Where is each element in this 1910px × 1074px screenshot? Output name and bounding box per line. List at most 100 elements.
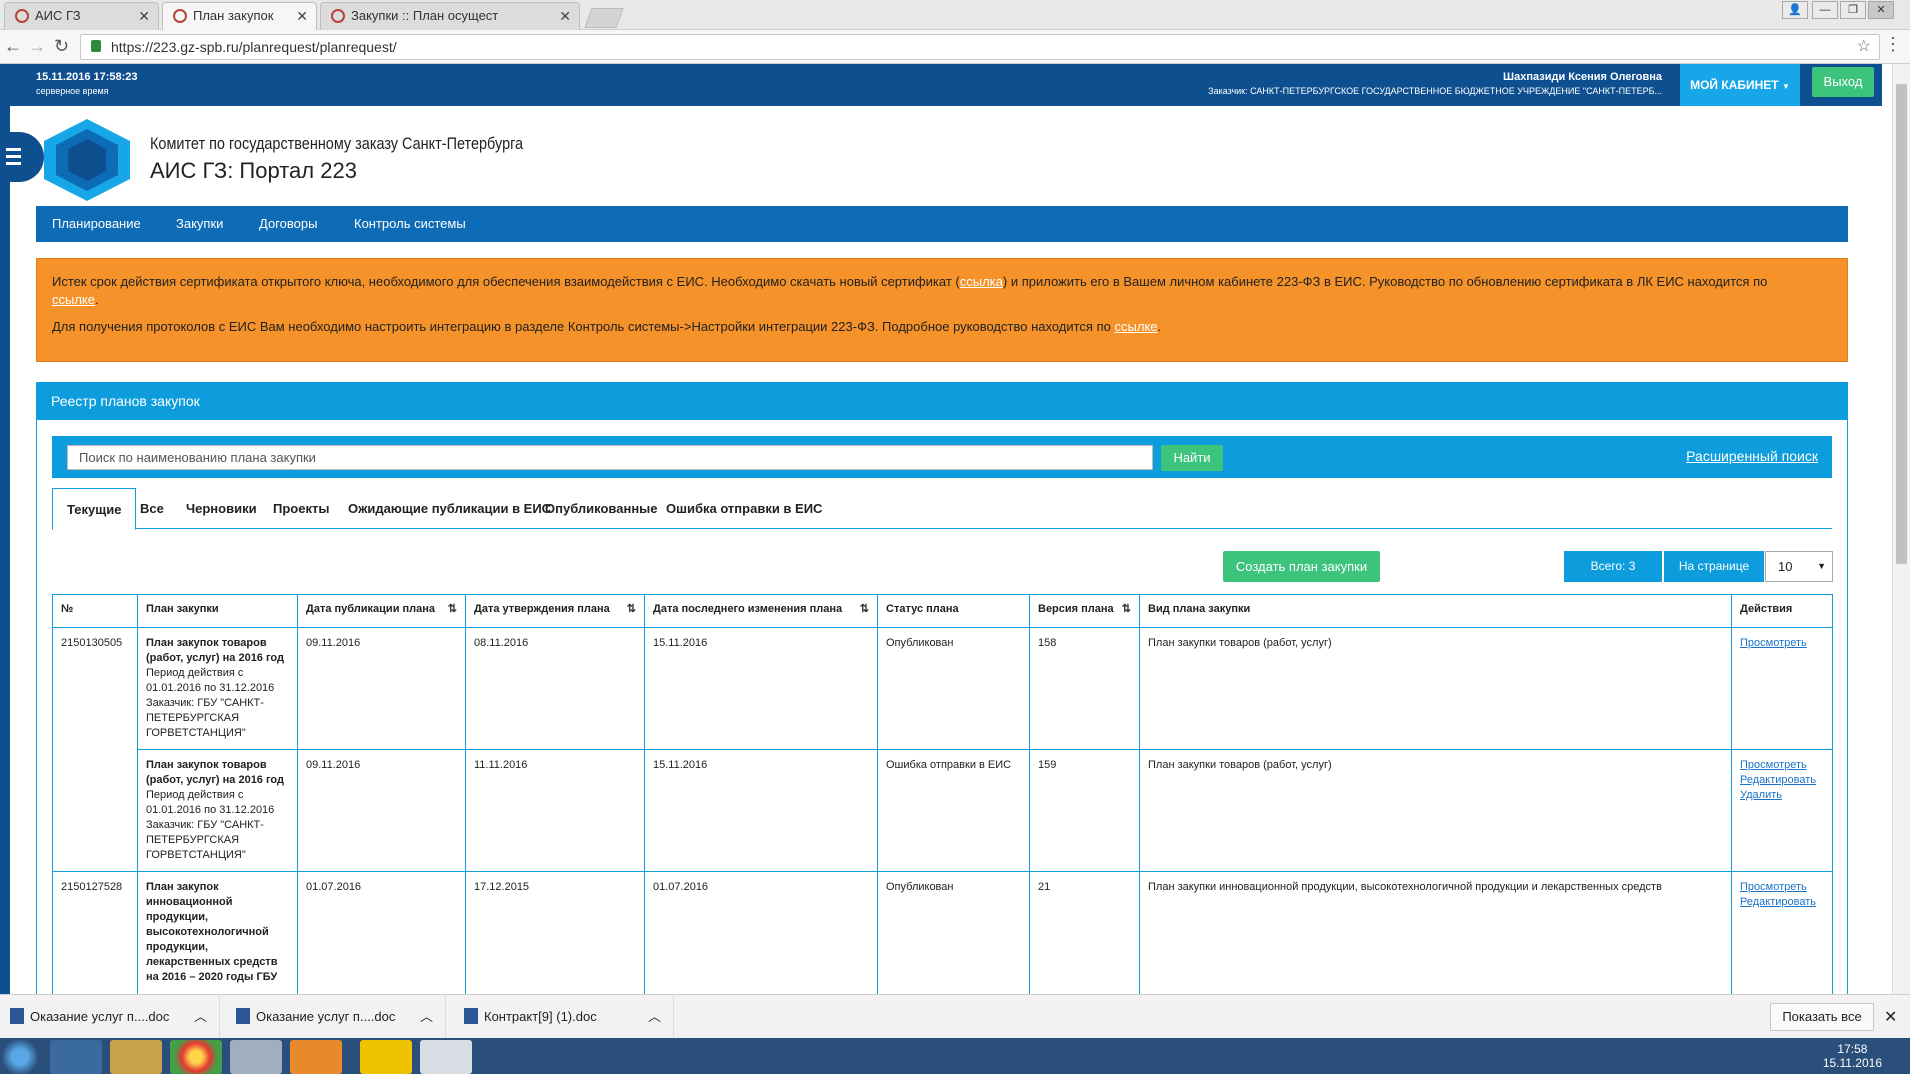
edit-link[interactable]: Редактировать [1740, 895, 1824, 910]
site-favicon-icon [173, 9, 187, 23]
registry-panel: Поиск по наименованию плана закупки Найт… [36, 420, 1848, 994]
download-filename: Оказание услуг п....doc [256, 1009, 396, 1024]
bookmark-star-icon[interactable]: ☆ [1857, 35, 1871, 59]
start-button-icon[interactable] [0, 1040, 40, 1074]
show-all-downloads-button[interactable]: Показать все [1770, 1003, 1874, 1031]
browser-tab-strip: АИС ГЗ ✕ План закупок ✕ Закупки :: План … [0, 0, 1910, 31]
cell-appr-date: 08.11.2016 [465, 627, 645, 750]
sidebar-toggle-button[interactable] [0, 132, 44, 182]
plan-title: План закупок инновационной продукции, вы… [146, 881, 278, 983]
plan-title: План закупок товаров (работ, услуг) на 2… [146, 759, 284, 786]
sort-icon[interactable]: ⇅ [448, 602, 457, 617]
sort-icon[interactable]: ⇅ [860, 602, 869, 617]
minimize-button[interactable]: — [1812, 1, 1838, 19]
column-header-mod-date[interactable]: ⇅ Дата последнего изменения плана [644, 594, 878, 628]
restore-button[interactable]: ❐ [1840, 1, 1866, 19]
caret-down-icon: ▼ [1781, 82, 1790, 91]
view-link[interactable]: Просмотреть [1740, 880, 1824, 895]
chevron-up-icon[interactable]: ︿ [420, 995, 433, 1039]
close-downloads-icon[interactable]: ✕ [1884, 1007, 1897, 1027]
active-app-icon[interactable] [420, 1040, 472, 1074]
browser-tab-plan[interactable]: План закупок ✕ [162, 2, 317, 31]
download-item[interactable]: Оказание услуг п....doc ︿ [0, 995, 220, 1039]
close-window-button[interactable]: ✕ [1868, 1, 1894, 19]
advanced-search-link[interactable]: Расширенный поиск [1686, 448, 1818, 464]
per-page-select[interactable]: 10 ▼ [1765, 551, 1833, 582]
cell-version: 21 [1029, 871, 1140, 994]
registry-tabs: Текущие Все Черновики Проекты Ожидающие … [52, 488, 1832, 530]
profile-icon[interactable]: 👤 [1782, 1, 1808, 19]
edit-link[interactable]: Редактировать [1740, 773, 1824, 788]
main-navigation: Планирование Закупки Договоры Контроль с… [36, 206, 1848, 242]
nav-item-planning[interactable]: Планирование [52, 206, 141, 242]
delete-link[interactable]: Удалить [1740, 788, 1824, 803]
scrollbar-thumb[interactable] [1896, 84, 1907, 564]
view-link[interactable]: Просмотреть [1740, 636, 1824, 651]
new-tab-button[interactable] [584, 8, 624, 28]
reload-icon[interactable]: ↻ [54, 36, 69, 57]
certificate-download-link[interactable]: ссылка [960, 274, 1003, 289]
url-field[interactable]: https://223.gz-spb.ru/planrequest/planre… [80, 34, 1880, 60]
cell-appr-date: 17.12.2015 [465, 871, 645, 994]
nav-item-purchases[interactable]: Закупки [176, 206, 223, 242]
system-clock[interactable]: 17:58 15.11.2016 [1823, 1042, 1882, 1070]
tab-drafts[interactable]: Черновики [172, 488, 271, 529]
app-icon[interactable] [230, 1040, 282, 1074]
column-header-status: Статус плана [877, 594, 1030, 628]
cell-kind: План закупки товаров (работ, услуг) [1139, 749, 1732, 872]
web-page: 15.11.2016 17:58:23 серверное время Шахп… [0, 64, 1892, 994]
browser-tab-zakupki[interactable]: Закупки :: План осущест ✕ [320, 2, 580, 30]
back-arrow-icon[interactable]: ← [4, 36, 22, 57]
nav-item-contracts[interactable]: Договоры [259, 206, 317, 242]
browser-menu-icon[interactable]: ⋮ [1884, 34, 1902, 55]
file-explorer-icon[interactable] [110, 1040, 162, 1074]
cell-number: 2150130505 [52, 627, 138, 872]
integration-guide-link[interactable]: ссылке [1114, 319, 1157, 334]
column-header-appr-date[interactable]: ⇅ Дата утверждения плана [465, 594, 645, 628]
cell-pub-date: 09.11.2016 [297, 749, 466, 872]
tab-projects[interactable]: Проекты [259, 488, 343, 529]
media-player-icon[interactable] [290, 1040, 342, 1074]
close-tab-icon[interactable]: ✕ [138, 3, 150, 29]
cell-actions: Просмотреть [1731, 627, 1833, 750]
sort-icon[interactable]: ⇅ [627, 602, 636, 617]
clock-date: 15.11.2016 [1822, 1056, 1882, 1070]
chevron-up-icon[interactable]: ︿ [194, 995, 207, 1039]
download-item[interactable]: Контракт[9] (1).doc ︿ [454, 995, 674, 1039]
internet-explorer-icon[interactable] [50, 1040, 102, 1074]
plan-period: Период действия с 01.01.2016 по 31.12.20… [146, 789, 275, 816]
close-tab-icon[interactable]: ✕ [559, 3, 571, 29]
close-tab-icon[interactable]: ✕ [296, 3, 308, 29]
chrome-icon[interactable] [170, 1040, 222, 1074]
1c-icon[interactable] [360, 1040, 412, 1074]
create-plan-button[interactable]: Создать план закупки [1223, 551, 1380, 582]
cell-version: 159 [1029, 749, 1140, 872]
download-item[interactable]: Оказание услуг п....doc ︿ [226, 995, 446, 1039]
alert-text: . [95, 292, 99, 307]
column-header-pub-date[interactable]: ⇅ Дата публикации плана [297, 594, 466, 628]
logout-button[interactable]: Выход [1812, 67, 1874, 97]
alert-text: ) и приложить его в Вашем личном кабинет… [1002, 274, 1768, 289]
vertical-scrollbar[interactable] [1892, 64, 1910, 994]
sort-icon[interactable]: ⇅ [1122, 602, 1131, 617]
find-button[interactable]: Найти [1161, 445, 1223, 471]
caret-down-icon: ▼ [1817, 561, 1826, 571]
chevron-up-icon[interactable]: ︿ [648, 995, 661, 1039]
column-header-kind: Вид плана закупки [1139, 594, 1732, 628]
certificate-guide-link[interactable]: ссылке [52, 292, 95, 307]
portal-logo [44, 119, 130, 201]
tab-current[interactable]: Текущие [52, 488, 137, 530]
forward-arrow-icon[interactable]: → [28, 36, 46, 57]
search-input[interactable]: Поиск по наименованию плана закупки [67, 445, 1153, 470]
alert-text: Для получения протоколов с ЕИС Вам необх… [52, 319, 1115, 334]
plan-period: Период действия с 01.01.2016 по 31.12.20… [146, 667, 275, 694]
tab-send-error[interactable]: Ошибка отправки в ЕИС [652, 488, 836, 529]
column-header-version[interactable]: ⇅ Версия плана [1029, 594, 1140, 628]
my-cabinet-dropdown[interactable]: МОЙ КАБИНЕТ ▼ [1680, 64, 1800, 106]
word-doc-icon [236, 1008, 250, 1024]
tab-published[interactable]: Опубликованные [531, 488, 672, 529]
browser-tab-ais[interactable]: АИС ГЗ ✕ [4, 2, 159, 30]
tab-all[interactable]: Все [126, 488, 178, 529]
nav-item-system-control[interactable]: Контроль системы [354, 206, 466, 242]
view-link[interactable]: Просмотреть [1740, 758, 1824, 773]
